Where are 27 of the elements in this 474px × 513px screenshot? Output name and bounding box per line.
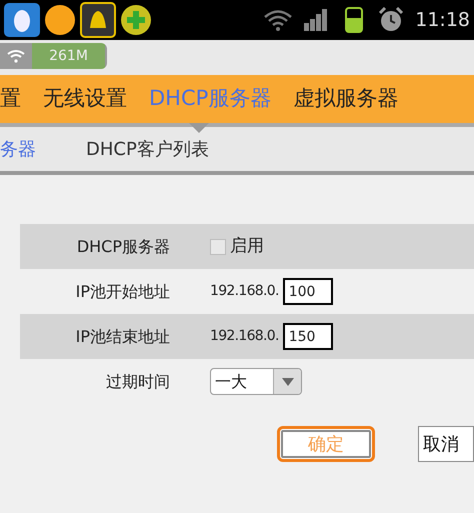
wifi-icon bbox=[263, 8, 294, 32]
ip-prefix: 192.168.0. bbox=[210, 282, 279, 301]
ip-input-field[interactable]: 100 bbox=[282, 278, 333, 305]
sun-app-icon[interactable] bbox=[43, 3, 77, 37]
ip-input-field[interactable]: 150 bbox=[282, 323, 333, 350]
checkbox-label: 启用 bbox=[230, 234, 264, 258]
alarm-clock-icon bbox=[378, 7, 404, 33]
sub-tab[interactable]: DHCP客户列表 bbox=[86, 136, 209, 162]
penguin-app-icon[interactable] bbox=[4, 3, 40, 37]
nav-tab[interactable]: 无线设置 bbox=[43, 83, 127, 115]
clock-time: 11:18 bbox=[415, 8, 470, 33]
nav-tab[interactable]: 虚拟服务器 bbox=[293, 83, 398, 115]
battery-icon bbox=[345, 7, 364, 33]
field-label: 过期时间 bbox=[105, 370, 170, 392]
wifi-icon bbox=[7, 49, 25, 63]
field-label: IP池结束地址 bbox=[74, 326, 170, 348]
dropdown[interactable]: 一大 bbox=[210, 368, 302, 395]
bell-app-icon[interactable] bbox=[80, 2, 116, 38]
sub-tab[interactable]: 务器 bbox=[0, 136, 36, 162]
caret-icon bbox=[282, 378, 294, 386]
plus-app-icon[interactable] bbox=[119, 3, 153, 37]
field-label: DHCP服务器 bbox=[76, 236, 170, 258]
ip-prefix: 192.168.0. bbox=[210, 327, 279, 346]
nav-tab[interactable]: 置 bbox=[0, 83, 21, 115]
cancel-button[interactable]: 取消 bbox=[418, 426, 474, 462]
speed-text: 261M bbox=[32, 43, 105, 69]
field-label: IP池开始地址 bbox=[74, 280, 170, 302]
